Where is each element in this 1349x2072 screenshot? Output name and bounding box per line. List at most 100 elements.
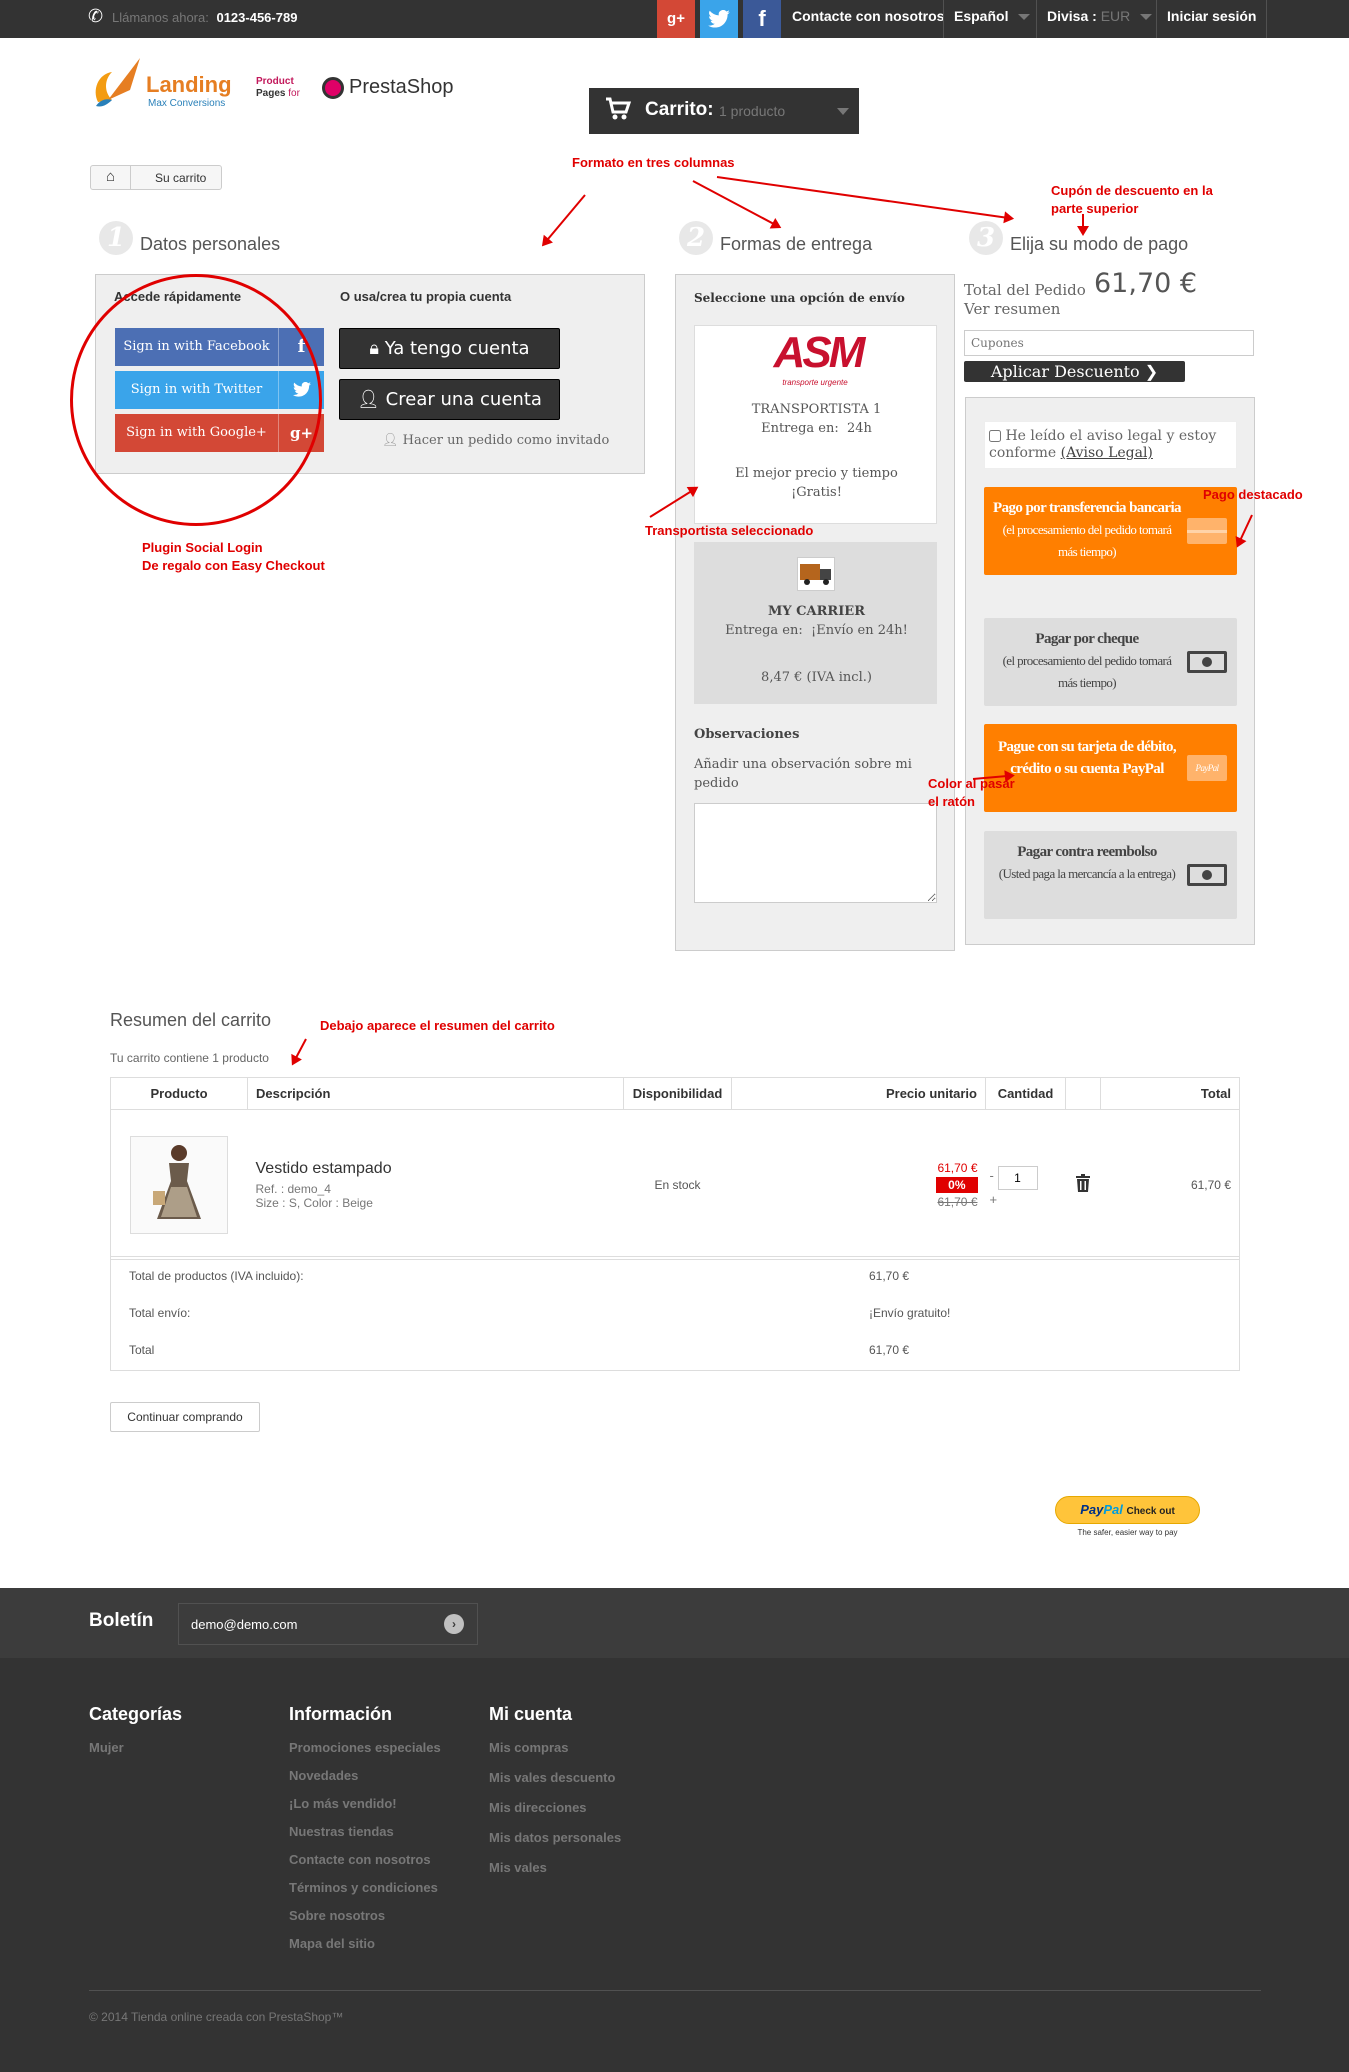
- twitter-icon[interactable]: [700, 0, 738, 38]
- summary-title: Resumen del carrito: [110, 1010, 272, 1030]
- total-value: 61,70 €: [869, 1343, 910, 1357]
- observations-textarea[interactable]: [694, 803, 937, 903]
- carrier1-name: TRANSPORTISTA 1: [751, 402, 882, 417]
- paypal-tagline: The safer, easier way to pay: [1077, 1528, 1178, 1537]
- logo-pages: Pages: [256, 88, 286, 99]
- apply-discount-button[interactable]: Aplicar Descuento ❯: [964, 361, 1185, 382]
- login-link[interactable]: Iniciar sesión: [1156, 0, 1268, 38]
- have-account-label: Ya tengo cuenta: [384, 338, 530, 359]
- payment-cheque[interactable]: Pagar por cheque (el procesamiento del pe…: [984, 618, 1237, 706]
- payment-bank-transfer[interactable]: Pago por transferencia bancaria (el proce…: [984, 487, 1237, 575]
- col-header-quantity: Cantidad: [985, 1077, 1066, 1110]
- col-header-product: Producto: [110, 1077, 248, 1110]
- footer-link[interactable]: Nuestras tiendas: [289, 1824, 394, 1839]
- prestashop-icon: [322, 77, 344, 99]
- footer-link[interactable]: ¡Lo más vendido!: [289, 1796, 397, 1811]
- footer-link[interactable]: Mapa del sitio: [289, 1936, 375, 1951]
- annotation-arrow: [291, 1038, 307, 1065]
- currency-label: Divisa :: [1047, 8, 1097, 24]
- payment-cash-on-delivery[interactable]: Pagar contra reembolso (Usted paga la mer…: [984, 831, 1237, 919]
- phone-number: 0123-456-789: [216, 10, 298, 25]
- user-icon: 👤︎: [357, 389, 380, 410]
- contact-link[interactable]: Contacte con nosotros: [782, 0, 954, 38]
- coupon-input[interactable]: [964, 330, 1254, 356]
- qty-increase-button[interactable]: +: [990, 1192, 998, 1207]
- footer-link[interactable]: Sobre nosotros: [289, 1908, 385, 1923]
- lock-icon: 🔒︎: [369, 338, 379, 359]
- annotation-summary-below: Debajo aparece el resumen del carrito: [320, 1018, 555, 1033]
- annotation-three-columns: Formato en tres columnas: [572, 155, 735, 170]
- cart-summary-table: Producto Descripción Disponibilidad Prec…: [110, 1077, 1240, 1260]
- col-header-availability: Disponibilidad: [623, 1077, 732, 1110]
- google-plus-icon[interactable]: g+: [657, 0, 695, 38]
- totals-box: Total de productos (IVA incluido): 61,70…: [110, 1256, 1240, 1371]
- payment-note: (Usted paga la mercancía a la entrega): [998, 866, 1176, 881]
- site-logo[interactable]: Landing Max Conversions Product Pages fo…: [90, 56, 470, 116]
- summary-subtitle: Tu carrito contiene 1 producto: [110, 1051, 269, 1065]
- top-bar: ✆ Llámanos ahora: 0123-456-789 g+ f Cont…: [0, 0, 1349, 38]
- chevron-down-icon: [1140, 14, 1153, 21]
- trash-icon[interactable]: [1075, 1174, 1091, 1195]
- cart-label: Carrito:: [645, 99, 714, 120]
- guest-checkout-label: Hacer un pedido como invitado: [402, 433, 610, 448]
- footer-link[interactable]: Mis datos personales: [489, 1830, 621, 1845]
- view-summary-link[interactable]: Ver resumen: [964, 300, 1060, 318]
- newsletter-input[interactable]: [178, 1603, 478, 1645]
- paypal-checkout-button[interactable]: PayPal Check out: [1055, 1496, 1200, 1524]
- shipping-panel: Seleccione una opción de envío ASM trans…: [675, 274, 955, 951]
- payment-title: Pago por transferencia bancaria: [993, 500, 1182, 516]
- create-account-button[interactable]: 👤︎ Crear una cuenta: [339, 379, 560, 420]
- have-account-button[interactable]: 🔒︎ Ya tengo cuenta: [339, 328, 560, 369]
- asm-logo: ASM: [773, 328, 866, 377]
- qty-decrease-button[interactable]: -: [990, 1168, 994, 1183]
- footer-link[interactable]: Mujer: [89, 1740, 124, 1755]
- terms-link[interactable]: (Aviso Legal): [1061, 445, 1153, 461]
- footer-link[interactable]: Novedades: [289, 1768, 358, 1783]
- currency-value: EUR: [1100, 8, 1131, 24]
- footer-link[interactable]: Mis compras: [489, 1740, 568, 1755]
- payment-paypal[interactable]: Pague con su tarjeta de débito, crédito …: [984, 724, 1237, 812]
- carrier2-price: 8,47 € (IVA incl.): [761, 670, 872, 685]
- footer-info-title: Información: [289, 1704, 393, 1724]
- apply-discount-label: Aplicar Descuento: [990, 362, 1140, 381]
- total-products-label: Total de productos (IVA incluido):: [129, 1269, 304, 1283]
- annotation-social-login-1: Plugin Social Login: [142, 540, 263, 555]
- footer-link[interactable]: Promociones especiales: [289, 1740, 441, 1755]
- quantity-input[interactable]: [997, 1166, 1038, 1190]
- currency-selector[interactable]: Divisa : EUR: [1036, 0, 1162, 38]
- annotation-carrier-selected: Transportista seleccionado: [645, 523, 814, 538]
- carrier-option-selected[interactable]: ASM transporte urgente TRANSPORTISTA 1 E…: [694, 325, 937, 524]
- footer-link[interactable]: Mis direcciones: [489, 1800, 587, 1815]
- table-header: Producto Descripción Disponibilidad Prec…: [110, 1077, 1240, 1110]
- language-selector[interactable]: Español: [943, 0, 1040, 38]
- paypal-checkout-label: Check out: [1126, 1506, 1175, 1517]
- step-number-1: 1: [99, 221, 133, 255]
- asm-logo-sub: transporte urgente: [782, 378, 848, 387]
- facebook-icon[interactable]: f: [743, 0, 781, 38]
- product-price: 61,70 €: [937, 1160, 978, 1175]
- carrier-option[interactable]: MY CARRIER Entrega en: ¡Envío en 24h! 8,…: [694, 542, 937, 704]
- observations-title: Observaciones: [694, 727, 800, 742]
- discount-badge: 0%: [936, 1176, 978, 1193]
- product-image[interactable]: [130, 1135, 229, 1234]
- continue-shopping-button[interactable]: Continuar comprando: [110, 1402, 260, 1432]
- logo-sub: Max Conversions: [148, 98, 226, 109]
- payment-note: (el procesamiento del pedido tomará más …: [1002, 522, 1172, 559]
- footer-link[interactable]: Mis vales descuento: [489, 1770, 615, 1785]
- guest-checkout-link[interactable]: 👤︎ Hacer un pedido como invitado: [382, 433, 609, 448]
- col-header-unit-price: Precio unitario: [731, 1077, 986, 1110]
- phone-label: Llámanos ahora:: [112, 10, 209, 25]
- footer-categories-title: Categorías: [89, 1704, 183, 1724]
- footer-link[interactable]: Mis vales: [489, 1860, 547, 1875]
- terms-checkbox[interactable]: [989, 430, 1001, 442]
- submit-arrow-icon[interactable]: ›: [444, 1614, 464, 1634]
- footer-link[interactable]: Contacte con nosotros: [289, 1852, 431, 1867]
- product-name[interactable]: Vestido estampado: [256, 1160, 624, 1178]
- newsletter-bar: Boletín ›: [0, 1588, 1349, 1658]
- newsletter-title: Boletín: [89, 1610, 154, 1631]
- footer-link[interactable]: Términos y condiciones: [289, 1880, 438, 1895]
- cart-block[interactable]: Carrito: 1 producto: [589, 88, 859, 134]
- annotation-arrow: [716, 176, 1013, 220]
- carrier1-free: ¡Gratis!: [791, 485, 842, 500]
- home-icon[interactable]: ⌂: [91, 166, 131, 189]
